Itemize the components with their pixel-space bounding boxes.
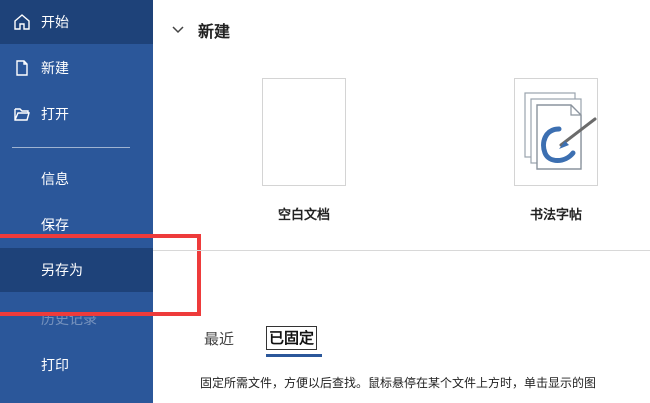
nav-item-label: 历史记录 xyxy=(41,312,97,328)
backstage-sidebar: 开始 新建 打开 信息 保存 另存为 历史记录 打印 xyxy=(0,0,153,403)
nav-item-label: 信息 xyxy=(41,172,69,188)
tab-recent[interactable]: 最近 xyxy=(204,328,234,349)
section-title: 新建 xyxy=(198,22,231,41)
nav-item-label: 开始 xyxy=(41,15,69,31)
tab-underline xyxy=(266,354,322,357)
pinned-description: 固定所需文件，方便以后查找。鼠标悬停在某个文件上方时，单击显示的图 xyxy=(200,376,597,390)
nav-item-open[interactable]: 打开 xyxy=(0,92,153,136)
nav-item-save[interactable]: 保存 xyxy=(0,203,153,247)
folder-open-icon xyxy=(12,104,32,124)
nav-item-label: 新建 xyxy=(41,61,69,77)
calligraphy-thumbnail-icon xyxy=(524,92,597,170)
template-calligraphy[interactable] xyxy=(514,78,598,186)
sidebar-divider xyxy=(12,147,130,148)
nav-item-save-as[interactable]: 另存为 xyxy=(0,248,153,292)
nav-item-label: 保存 xyxy=(41,218,69,234)
template-label: 空白文档 xyxy=(277,208,330,223)
nav-item-home[interactable]: 开始 xyxy=(0,0,153,44)
template-label: 书法字帖 xyxy=(529,208,582,223)
nav-item-print[interactable]: 打印 xyxy=(0,343,153,387)
nav-item-new[interactable]: 新建 xyxy=(0,46,153,90)
home-icon xyxy=(12,12,32,32)
section-divider xyxy=(153,250,650,251)
nav-item-label: 另存为 xyxy=(41,263,83,279)
chevron-down-icon xyxy=(172,26,184,34)
template-blank-document[interactable] xyxy=(262,78,346,186)
new-document-icon xyxy=(12,58,32,78)
nav-item-info[interactable]: 信息 xyxy=(0,157,153,201)
nav-item-label: 打开 xyxy=(41,107,69,123)
new-section-header[interactable]: 新建 xyxy=(172,16,230,44)
nav-item-label: 打印 xyxy=(41,358,69,374)
nav-item-history[interactable]: 历史记录 xyxy=(0,297,153,341)
tab-pinned[interactable]: 已固定 xyxy=(266,326,318,350)
